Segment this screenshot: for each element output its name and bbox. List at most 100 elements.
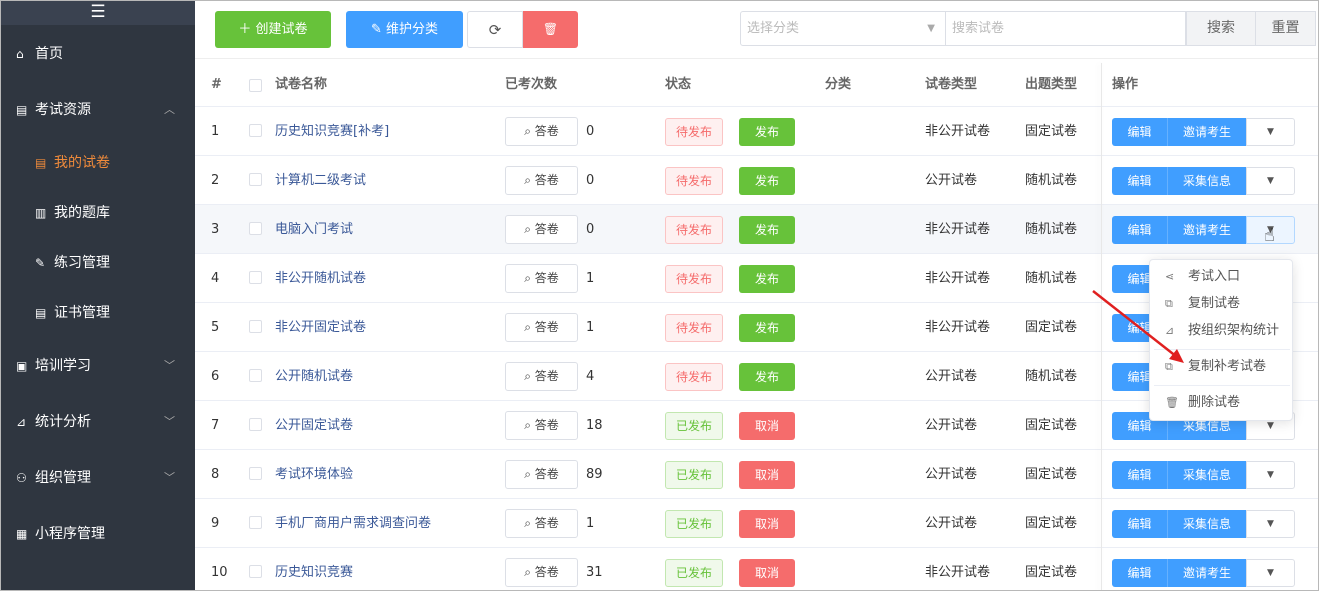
- answer-sheet-button[interactable]: ⌕ 答卷: [505, 558, 578, 587]
- answer-sheet-button[interactable]: ⌕ 答卷: [505, 215, 578, 244]
- paper-type: 公开试卷: [925, 173, 978, 188]
- secondary-op-button[interactable]: 邀请考生: [1167, 216, 1246, 244]
- answer-sheet-button[interactable]: ⌕ 答卷: [505, 411, 578, 440]
- answer-sheet-button[interactable]: ⌕ 答卷: [505, 117, 578, 146]
- more-actions-button[interactable]: ▼: [1246, 559, 1295, 587]
- reset-button[interactable]: 重置: [1256, 11, 1316, 46]
- secondary-op-button[interactable]: 邀请考生: [1167, 559, 1246, 587]
- search-button[interactable]: 搜索: [1186, 11, 1256, 46]
- answer-sheet-button[interactable]: ⌕ 答卷: [505, 460, 578, 489]
- publish-button[interactable]: 发布: [739, 216, 795, 244]
- row-index: 10: [211, 565, 228, 580]
- paper-type: 非公开试卷: [925, 222, 991, 237]
- paper-name-link[interactable]: 公开固定试卷: [275, 401, 353, 450]
- row-checkbox[interactable]: [249, 271, 262, 284]
- col-operations: 操作: [1112, 77, 1139, 92]
- menu-toggle-icon[interactable]: ☰: [1, 1, 195, 25]
- sidebar-item-my-papers[interactable]: ▤ 我的试卷: [1, 145, 195, 181]
- col-category: 分类: [825, 77, 852, 92]
- secondary-op-button[interactable]: 邀请考生: [1167, 118, 1246, 146]
- caret-down-icon: ▼: [927, 23, 935, 34]
- col-mode: 出题类型: [1025, 77, 1078, 92]
- row-checkbox[interactable]: [249, 124, 262, 137]
- answer-sheet-button[interactable]: ⌕ 答卷: [505, 313, 578, 342]
- publish-button[interactable]: 发布: [739, 314, 795, 342]
- table-row: 8 考试环境体验 ⌕ 答卷 89 已发布 取消 公开试卷 固定试卷 编辑 采集信息 ▼: [195, 450, 1318, 499]
- exam-count: 4: [586, 369, 595, 384]
- answer-sheet-button[interactable]: ⌕ 答卷: [505, 509, 578, 538]
- more-actions-button[interactable]: ▼: [1246, 510, 1295, 538]
- paper-name-link[interactable]: 手机厂商用户需求调查问卷: [275, 499, 431, 548]
- publish-button[interactable]: 发布: [739, 363, 795, 391]
- create-paper-button[interactable]: ＋ 创建试卷: [215, 11, 331, 48]
- cancel-publish-button[interactable]: 取消: [739, 412, 795, 440]
- row-checkbox[interactable]: [249, 222, 262, 235]
- edit-button[interactable]: 编辑: [1112, 510, 1167, 538]
- sidebar-item-home[interactable]: ⌂ 首页: [1, 34, 195, 74]
- edit-button[interactable]: 编辑: [1112, 461, 1167, 489]
- paper-name-link[interactable]: 考试环境体验: [275, 450, 353, 499]
- edit-button[interactable]: 编辑: [1112, 216, 1167, 244]
- answer-sheet-button[interactable]: ⌕ 答卷: [505, 166, 578, 195]
- manage-category-button[interactable]: ✎ 维护分类: [346, 11, 463, 48]
- table-row: 9 手机厂商用户需求调查问卷 ⌕ 答卷 1 已发布 取消 公开试卷 固定试卷 编辑 采集信息 ▼: [195, 499, 1318, 548]
- publish-button[interactable]: 发布: [739, 167, 795, 195]
- row-index: 7: [211, 418, 220, 433]
- cert-icon: ▤: [35, 306, 47, 320]
- answer-sheet-button[interactable]: ⌕ 答卷: [505, 264, 578, 293]
- paper-name-link[interactable]: 历史知识竞赛: [275, 548, 353, 590]
- answer-sheet-button[interactable]: ⌕ 答卷: [505, 362, 578, 391]
- more-actions-button[interactable]: ▼: [1246, 118, 1295, 146]
- more-actions-button[interactable]: ▼: [1246, 167, 1295, 195]
- table-row: 10 历史知识竞赛 ⌕ 答卷 31 已发布 取消 非公开试卷 固定试卷 编辑 邀请考生 ▼: [195, 548, 1318, 590]
- hand-cursor-icon: ☝: [1264, 225, 1275, 246]
- secondary-op-button[interactable]: 采集信息: [1167, 510, 1246, 538]
- edit-button[interactable]: 编辑: [1112, 559, 1167, 587]
- delete-button[interactable]: 🗑: [523, 11, 578, 48]
- main-content: ＋ 创建试卷 ✎ 维护分类 ⟳ 🗑 选择分类 ▼ 搜索试卷 搜索 重置 # 试卷…: [195, 1, 1318, 590]
- row-checkbox[interactable]: [249, 173, 262, 186]
- publish-button[interactable]: 发布: [739, 265, 795, 293]
- exam-count: 0: [586, 124, 595, 139]
- cancel-publish-button[interactable]: 取消: [739, 559, 795, 587]
- row-checkbox[interactable]: [249, 369, 262, 382]
- sidebar-item-certificates[interactable]: ▤ 证书管理: [1, 295, 195, 331]
- paper-name-link[interactable]: 历史知识竞赛[补考]: [275, 107, 389, 156]
- paper-name-link[interactable]: 公开随机试卷: [275, 352, 353, 401]
- select-all-checkbox[interactable]: [249, 79, 262, 92]
- sidebar-item-statistics[interactable]: ⊿ 统计分析 ﹀: [1, 402, 195, 442]
- sidebar-item-exam-resources[interactable]: ▤ 考试资源 ︿: [1, 90, 195, 130]
- grid-icon: ▦: [16, 527, 28, 541]
- row-checkbox[interactable]: [249, 467, 262, 480]
- menu-item-delete-paper[interactable]: 🗑 删除试卷: [1150, 390, 1294, 416]
- question-mode: 随机试卷: [1025, 222, 1078, 237]
- search-input[interactable]: 搜索试卷: [946, 11, 1186, 46]
- refresh-button[interactable]: ⟳: [467, 11, 523, 48]
- sidebar-item-my-question-bank[interactable]: ▥ 我的题库: [1, 195, 195, 231]
- edit-button[interactable]: 编辑: [1112, 167, 1167, 195]
- row-checkbox[interactable]: [249, 565, 262, 578]
- publish-button[interactable]: 发布: [739, 118, 795, 146]
- sidebar-item-organization[interactable]: ⚇ 组织管理 ﹀: [1, 458, 195, 498]
- stats-icon: ⊿: [16, 415, 27, 429]
- paper-name-link[interactable]: 非公开固定试卷: [275, 303, 366, 352]
- cancel-publish-button[interactable]: 取消: [739, 461, 795, 489]
- col-name: 试卷名称: [275, 77, 328, 92]
- paper-name-link[interactable]: 非公开随机试卷: [275, 254, 366, 303]
- paper-name-link[interactable]: 电脑入门考试: [275, 205, 353, 254]
- edit-button[interactable]: 编辑: [1112, 118, 1167, 146]
- more-actions-button[interactable]: ▼: [1246, 461, 1295, 489]
- sidebar-item-training[interactable]: ▣ 培训学习 ﹀: [1, 346, 195, 386]
- sidebar-item-practice[interactable]: ✎ 练习管理: [1, 245, 195, 281]
- secondary-op-button[interactable]: 采集信息: [1167, 461, 1246, 489]
- paper-name-link[interactable]: 计算机二级考试: [275, 156, 366, 205]
- row-checkbox[interactable]: [249, 418, 262, 431]
- cancel-publish-button[interactable]: 取消: [739, 510, 795, 538]
- sidebar-item-miniprogram[interactable]: ▦ 小程序管理: [1, 514, 195, 554]
- category-select[interactable]: 选择分类 ▼: [740, 11, 946, 46]
- row-checkbox[interactable]: [249, 516, 262, 529]
- paper-type: 公开试卷: [925, 516, 978, 531]
- secondary-op-button[interactable]: 采集信息: [1167, 167, 1246, 195]
- row-checkbox[interactable]: [249, 320, 262, 333]
- trash-icon: 🗑: [1165, 396, 1179, 409]
